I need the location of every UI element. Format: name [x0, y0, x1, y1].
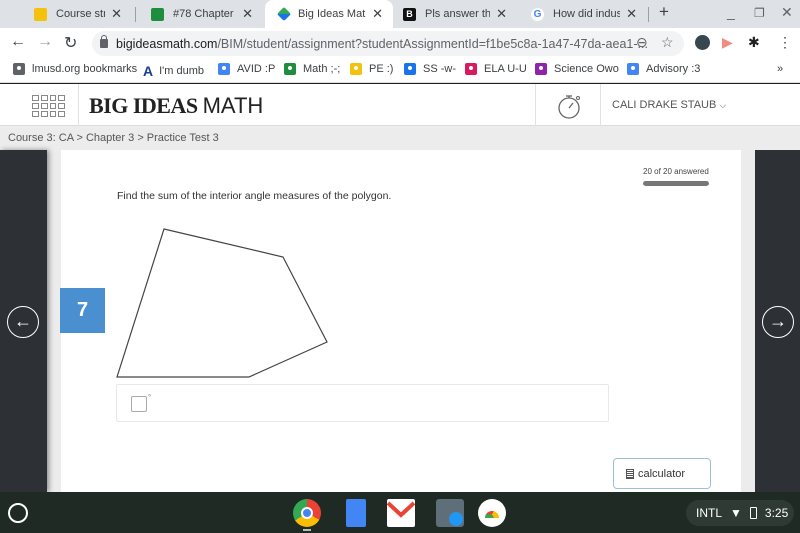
- tab-pls-answer[interactable]: B Pls answer these ✕: [389, 0, 517, 28]
- google-docs-icon[interactable]: [346, 499, 366, 527]
- bookmarks-bar: lmusd.org bookmarks A I'm dumb AVID :P Ma…: [0, 58, 800, 83]
- extension-shield-icon[interactable]: [695, 35, 710, 50]
- google-classroom-icon: [151, 7, 164, 21]
- chrome-icon[interactable]: [293, 499, 321, 527]
- degree-symbol: °: [148, 393, 152, 402]
- chromeos-shelf: INTL ▼ 3:25: [0, 492, 800, 533]
- extension-screencast-icon[interactable]: ▶: [722, 34, 733, 51]
- restore-icon[interactable]: ❐: [754, 6, 765, 20]
- new-tab-button[interactable]: +: [659, 2, 669, 22]
- calculator-label: calculator: [638, 467, 686, 480]
- zoom-icon[interactable]: ⊖: [636, 34, 648, 51]
- google-classroom-icon: [350, 63, 362, 75]
- tab-big-ideas-math[interactable]: Big Ideas Math::/ ✕: [265, 0, 393, 28]
- url-path: /BIM/student/assignment?studentAssignmen…: [217, 36, 648, 51]
- google-classroom-icon: [465, 63, 477, 75]
- bookmark-label: Advisory :3: [646, 63, 701, 75]
- minimize-icon[interactable]: _: [727, 4, 735, 20]
- bookmark-im-dumb[interactable]: A I'm dumb: [143, 63, 204, 79]
- google-classroom-icon: [284, 63, 296, 75]
- window-close-icon[interactable]: ✕: [781, 4, 793, 21]
- bookmark-label: ELA U-U: [484, 63, 527, 75]
- close-icon[interactable]: ✕: [111, 6, 122, 22]
- pentagon-shape: [116, 228, 328, 378]
- tab-how-did-industri[interactable]: G How did industri ✕: [517, 0, 647, 28]
- bookmark-star-icon[interactable]: ☆: [661, 34, 674, 51]
- tab-divider: [135, 7, 136, 22]
- calculator-icon: [626, 468, 634, 479]
- wifi-icon: ▼: [730, 506, 742, 520]
- bookmark-pe[interactable]: PE :): [350, 63, 393, 75]
- tab-divider: [648, 7, 649, 22]
- brainly-icon: B: [403, 7, 416, 21]
- running-indicator: [303, 529, 311, 531]
- bookmark-lmusd[interactable]: lmusd.org bookmarks: [13, 63, 137, 75]
- big-ideas-math-icon: [276, 6, 292, 22]
- bookmark-label: AVID :P: [237, 63, 276, 75]
- more-bookmarks-button[interactable]: »: [777, 63, 783, 75]
- browser-toolbar: ← → ↻ bigideasmath.com/BIM/student/assig…: [0, 28, 800, 58]
- bookmark-label: SS -w-: [423, 63, 456, 75]
- tab-label: Big Ideas Math::/: [298, 8, 366, 20]
- ime-indicator: INTL: [696, 506, 723, 520]
- close-icon[interactable]: ✕: [242, 6, 253, 22]
- clock: 3:25: [764, 506, 789, 520]
- tab-course-stream[interactable]: Course stream ✕: [20, 0, 132, 28]
- close-icon[interactable]: ✕: [626, 6, 637, 22]
- tab-label: #78 Chapter 3 Pr: [173, 8, 236, 20]
- answer-input[interactable]: [131, 396, 147, 412]
- bookmark-label: Science Owo: [554, 63, 619, 75]
- google-classroom-icon: [218, 63, 230, 75]
- bookmark-science[interactable]: Science Owo: [535, 63, 619, 75]
- answer-area: °: [116, 384, 609, 422]
- tab-label: How did industri: [553, 8, 621, 20]
- back-icon[interactable]: ←: [10, 33, 26, 51]
- url-host: bigideasmath.com: [116, 36, 218, 51]
- bookmark-math[interactable]: Math ;-;: [284, 63, 340, 75]
- bookmark-advisory[interactable]: Advisory :3: [627, 63, 700, 75]
- bookmark-ss[interactable]: SS -w-: [404, 63, 456, 75]
- bookmark-ela[interactable]: ELA U-U: [465, 63, 527, 75]
- close-icon[interactable]: ✕: [496, 6, 507, 22]
- close-icon[interactable]: ✕: [372, 6, 383, 22]
- calculator-button[interactable]: calculator: [613, 458, 711, 489]
- tab-label: Course stream: [56, 8, 106, 20]
- lock-icon: [100, 35, 108, 48]
- tab-strip: Course stream ✕ #78 Chapter 3 Pr ✕ Big I…: [0, 0, 800, 28]
- chrome-web-store-icon[interactable]: [478, 499, 506, 527]
- google-classroom-icon: [535, 63, 547, 75]
- google-classroom-icon: [627, 63, 639, 75]
- bookmark-avid[interactable]: AVID :P: [218, 63, 275, 75]
- status-tray[interactable]: INTL ▼ 3:25: [686, 500, 794, 526]
- extensions-puzzle-icon[interactable]: ✱: [748, 34, 760, 51]
- google-icon: G: [531, 7, 544, 21]
- google-classroom-icon: [404, 63, 416, 75]
- address-bar[interactable]: bigideasmath.com/BIM/student/assignment?…: [92, 31, 684, 56]
- web-page: BIG IDEAS MATH CALI DRAKE STAUB ⌵ Course…: [0, 84, 800, 492]
- bookmark-label: lmusd.org bookmarks: [32, 63, 138, 75]
- bookmark-label: I'm dumb: [159, 65, 205, 77]
- calculator-app-icon[interactable]: [436, 499, 464, 527]
- battery-icon: [749, 507, 757, 519]
- aeries-icon: A: [143, 63, 154, 79]
- polygon-figure: [116, 228, 328, 378]
- bookmark-label: PE :): [369, 63, 394, 75]
- reload-icon[interactable]: ↻: [64, 33, 77, 53]
- tab-label: Pls answer these: [425, 8, 491, 20]
- gmail-icon[interactable]: [386, 499, 416, 527]
- folder-icon: [13, 63, 25, 75]
- menu-kebab-icon[interactable]: ⋮: [778, 34, 792, 51]
- launcher-icon[interactable]: [8, 503, 28, 523]
- google-classroom-icon: [34, 7, 47, 21]
- tab-chapter-3[interactable]: #78 Chapter 3 Pr ✕: [137, 0, 263, 28]
- forward-icon[interactable]: →: [37, 33, 53, 51]
- bookmark-label: Math ;-;: [303, 63, 341, 75]
